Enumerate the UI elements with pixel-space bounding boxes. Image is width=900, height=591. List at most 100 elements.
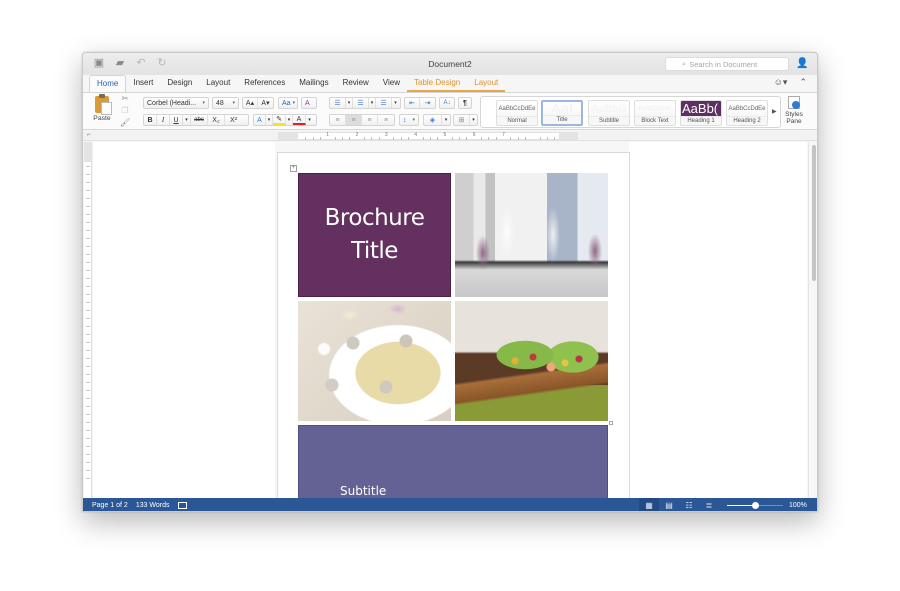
vertical-ruler[interactable]	[84, 142, 92, 498]
underline-button[interactable]: U	[170, 115, 183, 125]
font-size-select[interactable]: 48	[212, 97, 239, 109]
zoom-slider-knob[interactable]	[751, 502, 759, 509]
zoom-percentage[interactable]: 100%	[789, 502, 807, 509]
page-count[interactable]: Page 1 of 2	[92, 502, 128, 509]
proofing-book-icon[interactable]	[177, 502, 187, 509]
smiley-feedback-icon[interactable]: ☺▾	[774, 77, 788, 88]
font-name-select[interactable]: Corbel (Headi...	[143, 97, 209, 109]
ruler-tick	[547, 137, 549, 140]
tab-view[interactable]: View	[376, 75, 407, 92]
shrink-font-button[interactable]: A▾	[258, 98, 273, 108]
table-move-handle[interactable]: +	[290, 165, 297, 172]
borders-dropdown[interactable]: ▾	[470, 115, 477, 125]
web-layout-view-icon[interactable]: ▤	[659, 498, 679, 511]
style-subtitle[interactable]: AaBbG Subtitle	[588, 100, 630, 126]
change-case-button[interactable]: Aa	[278, 97, 298, 109]
tab-insert[interactable]: Insert	[126, 75, 160, 92]
paste-label: Paste	[93, 115, 111, 122]
font-color-dropdown[interactable]: ▾	[306, 115, 313, 125]
subscript-button[interactable]: X₂	[208, 115, 225, 125]
scrollbar-thumb[interactable]	[812, 145, 816, 281]
numbering-button[interactable]: ☰	[353, 98, 369, 108]
sort-button[interactable]: A↓	[439, 97, 455, 109]
line-spacing-button[interactable]: ↕	[399, 114, 419, 126]
tab-home[interactable]: Home	[89, 75, 127, 92]
copy-icon[interactable]: ❐	[120, 106, 130, 115]
collapse-ribbon-icon[interactable]: ⌃	[799, 77, 807, 88]
borders-button[interactable]: ⊞	[454, 115, 470, 125]
show-formatting-marks-button[interactable]: ¶	[458, 97, 472, 109]
align-right-button[interactable]: ≡	[362, 115, 379, 125]
tab-stop-selector[interactable]: ⌐	[87, 132, 91, 138]
tab-review[interactable]: Review	[336, 75, 376, 92]
subtitle-text[interactable]: Subtitle	[340, 484, 386, 498]
style-heading-1[interactable]: AaBb( Heading 1	[680, 100, 722, 126]
line-spacing-icon: ↕	[403, 116, 407, 124]
brochure-title[interactable]: Brochure Title	[325, 202, 425, 268]
text-effects-dropdown[interactable]: ▾	[266, 115, 273, 125]
ruler-tick	[86, 422, 90, 423]
subtitle-cell[interactable]: Subtitle	[298, 425, 608, 498]
tab-table-design[interactable]: Table Design	[407, 75, 468, 92]
grow-font-button[interactable]: A▴	[243, 98, 259, 108]
font-color-icon: A	[296, 115, 302, 123]
tab-references[interactable]: References	[237, 75, 292, 92]
underline-dropdown[interactable]: ▾	[183, 115, 191, 125]
draft-view-icon[interactable]: ≣	[699, 498, 719, 511]
tab-design[interactable]: Design	[160, 75, 199, 92]
ruler-tick	[86, 326, 90, 327]
italic-button[interactable]: I	[157, 115, 170, 125]
cut-icon[interactable]: ✂	[120, 94, 130, 103]
clear-formatting-button[interactable]: A	[301, 97, 317, 109]
gallery-next-arrow[interactable]: ▶	[772, 108, 777, 115]
print-layout-view-icon[interactable]: ▦	[639, 498, 659, 511]
font-color-button[interactable]: A	[293, 115, 306, 125]
styles-pane-button[interactable]: Styles Pane	[783, 96, 805, 125]
ruler-number: 2	[355, 132, 359, 138]
brochure-title-cell[interactable]: Brochure Title	[298, 173, 451, 297]
strikethrough-button[interactable]: abc	[191, 115, 208, 125]
tab-table-layout[interactable]: Layout	[467, 75, 506, 92]
bold-button[interactable]: B	[144, 115, 157, 125]
ruler-tick	[378, 137, 380, 140]
horizontal-ruler[interactable]: 1 2 3 4 5 6 7	[278, 132, 578, 140]
numbering-dropdown[interactable]: ▾	[369, 98, 376, 108]
zoom-slider[interactable]	[727, 502, 783, 509]
highlight-dropdown[interactable]: ▾	[286, 115, 293, 125]
paste-button[interactable]: Paste	[89, 94, 115, 122]
shrimp-lettuce-wraps-photo[interactable]	[455, 301, 608, 421]
search-input[interactable]: ⌕ Search in Document	[665, 57, 789, 71]
multilevel-list-button[interactable]: ☰	[376, 98, 392, 108]
word-count[interactable]: 133 Words	[136, 502, 170, 509]
tab-mailings[interactable]: Mailings	[292, 75, 335, 92]
superscript-button[interactable]: X²	[225, 115, 242, 125]
document-page[interactable]: + Brochure Title Subtitle	[277, 152, 630, 498]
text-effects-button[interactable]: A	[254, 115, 266, 125]
tab-layout[interactable]: Layout	[199, 75, 237, 92]
table-resize-handle[interactable]	[609, 421, 613, 425]
style-block-text[interactable]: AaBbCcDdE Block Text	[634, 100, 676, 126]
shading-dropdown[interactable]: ▾	[442, 115, 450, 125]
bullets-button[interactable]: ☰	[330, 98, 346, 108]
justify-button[interactable]: ≡	[378, 115, 394, 125]
format-painter-icon[interactable]: 🖌	[120, 118, 130, 127]
tab-bar-right: ☺▾ ⌃	[774, 77, 807, 88]
vertical-scrollbar[interactable]	[808, 142, 817, 498]
highlight-button[interactable]: ✎	[273, 115, 286, 125]
style-title[interactable]: AaI Title	[541, 100, 583, 126]
bullets-dropdown[interactable]: ▾	[346, 98, 353, 108]
style-normal[interactable]: AaBbCcDdEe Normal	[496, 100, 538, 126]
wine-glasses-photo[interactable]	[455, 173, 608, 297]
outline-view-icon[interactable]: ☷	[679, 498, 699, 511]
align-center-button[interactable]: ≡	[346, 115, 363, 125]
style-heading-2[interactable]: AaBbCcDdEe Heading 2	[726, 100, 768, 126]
shading-button[interactable]: ◈	[424, 115, 442, 125]
decrease-indent-button[interactable]: ⇤	[405, 98, 421, 108]
share-person-icon[interactable]: 👤	[796, 58, 808, 69]
increase-indent-button[interactable]: ⇥	[420, 98, 435, 108]
align-left-button[interactable]: ≡	[330, 115, 347, 125]
multilevel-dropdown[interactable]: ▾	[392, 98, 399, 108]
ruler-tick	[86, 174, 90, 175]
clam-pasta-photo[interactable]	[298, 301, 451, 421]
ruler-number: 3	[384, 132, 388, 138]
